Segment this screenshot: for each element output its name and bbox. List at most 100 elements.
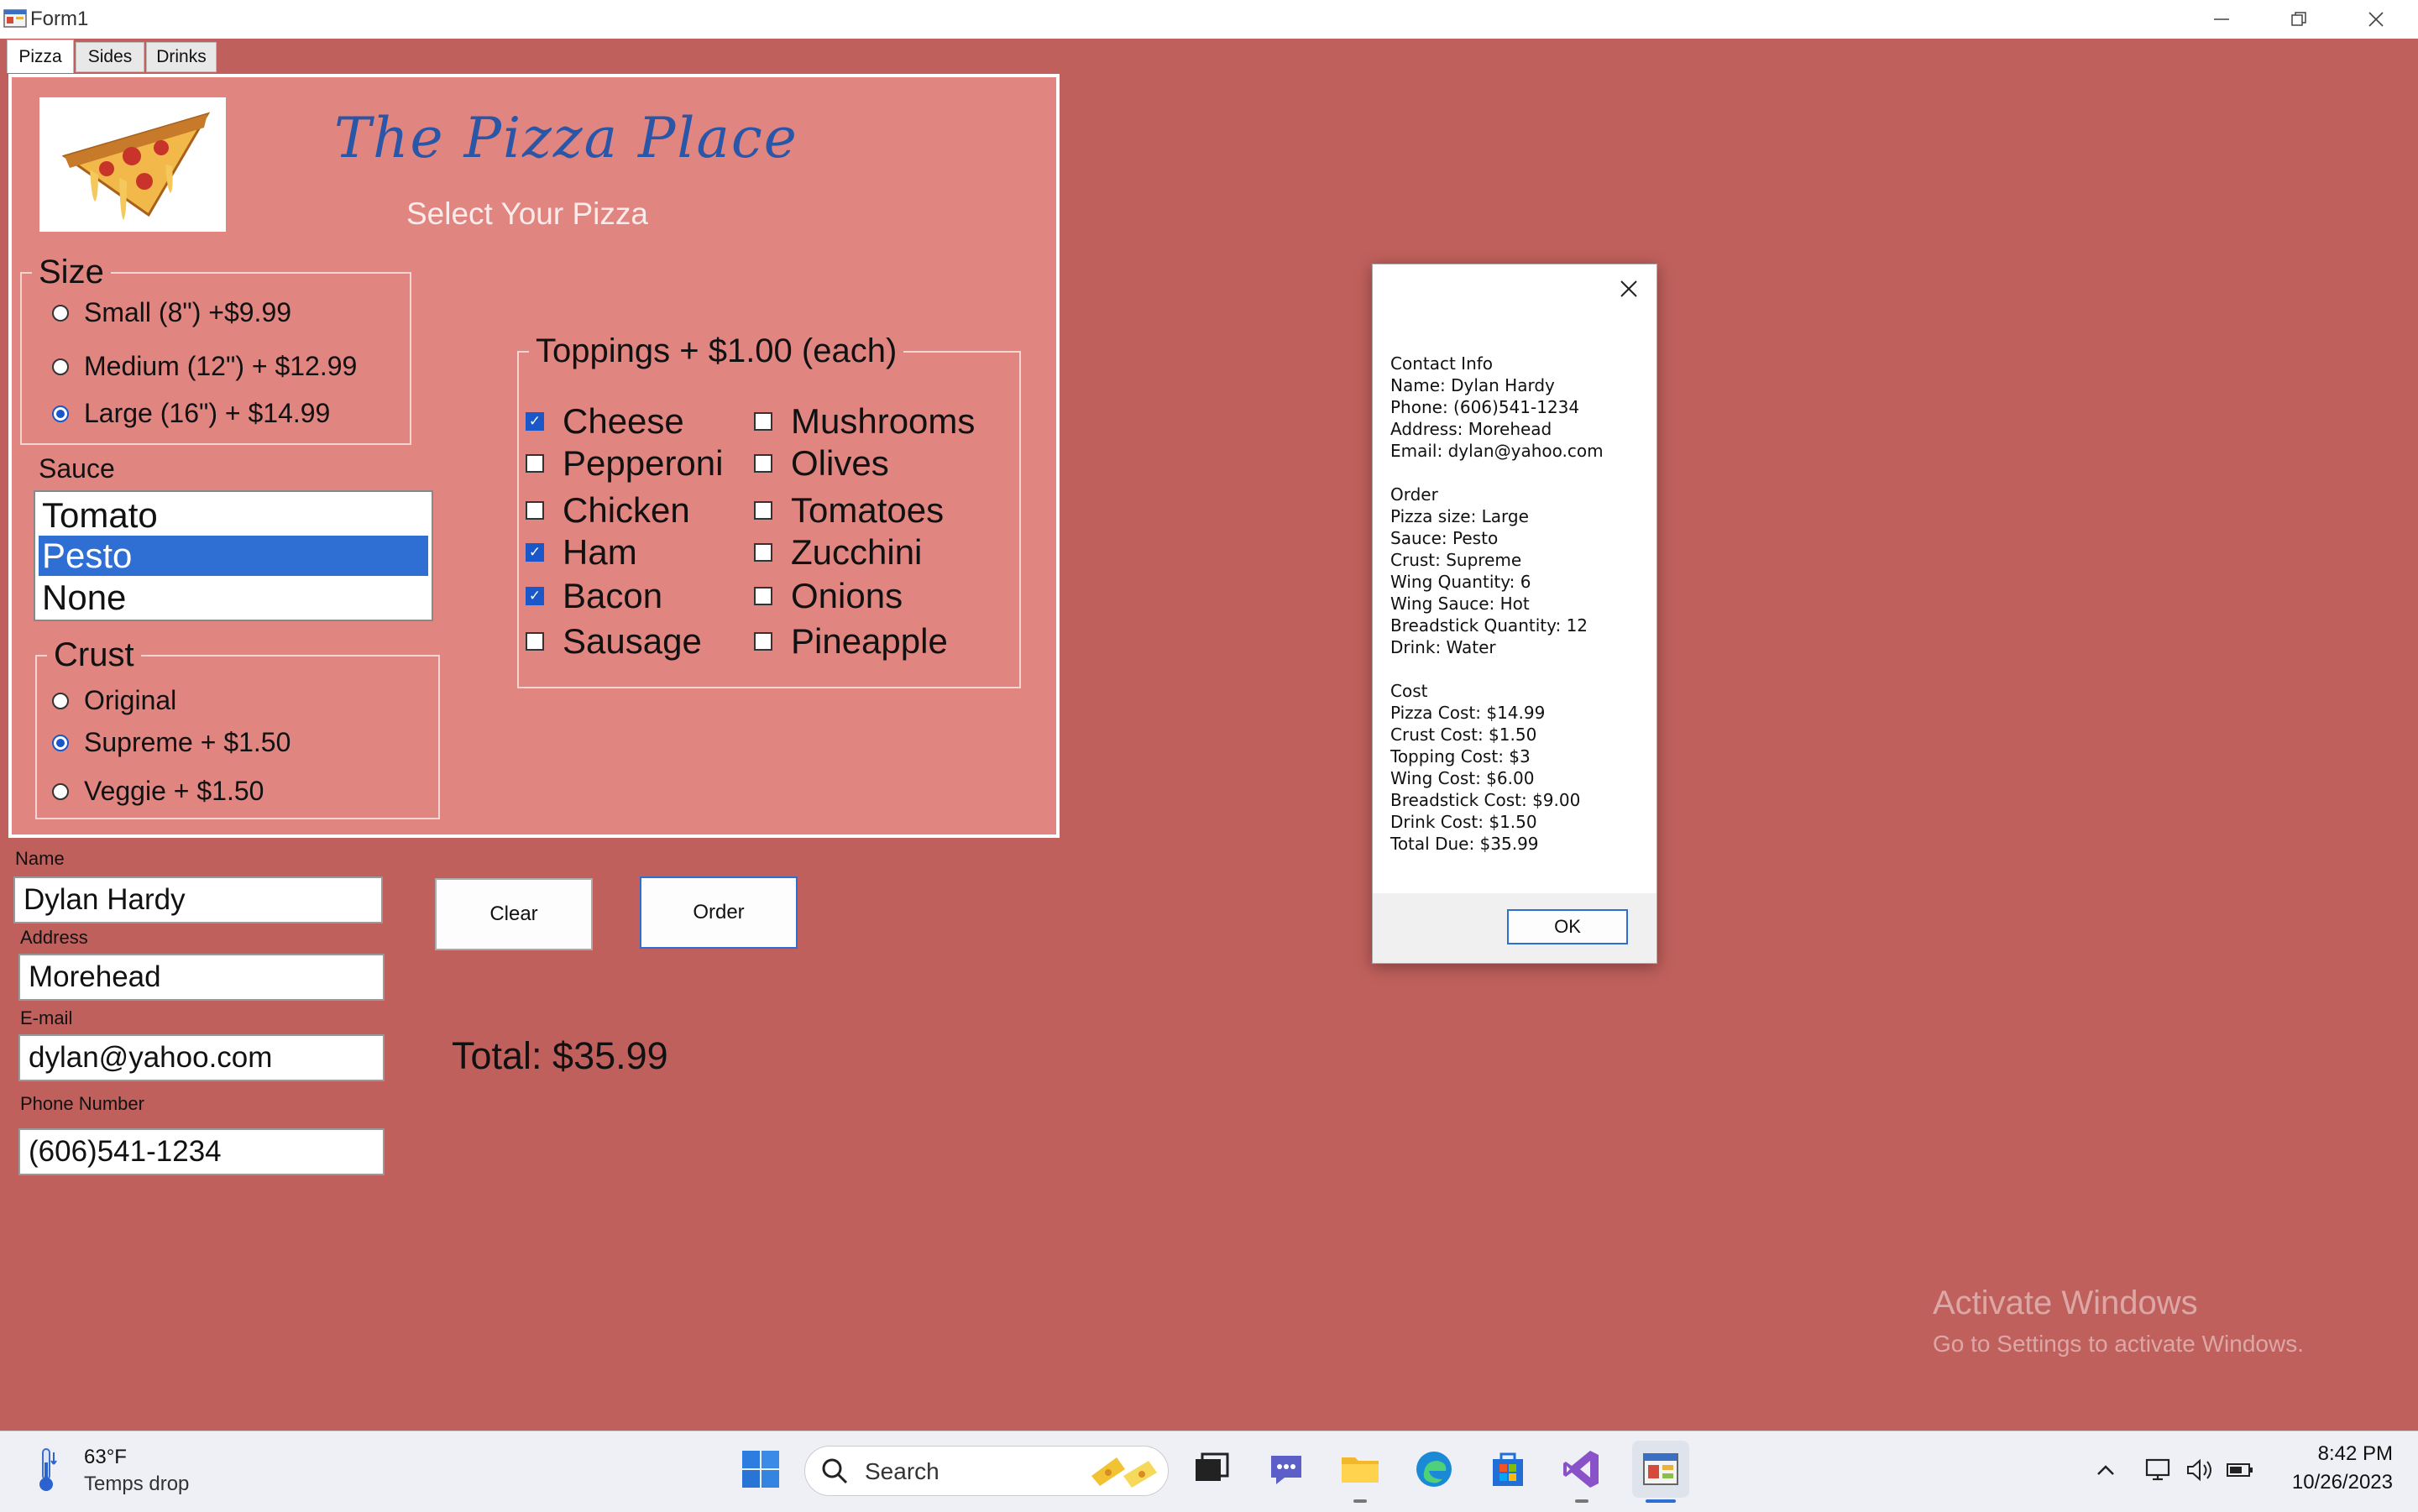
- file-explorer-icon[interactable]: [1338, 1447, 1382, 1491]
- crust-legend: Crust: [54, 636, 134, 673]
- checkbox: [754, 454, 772, 473]
- window-title-bar: [0, 0, 2418, 39]
- tab-sides[interactable]: Sides: [76, 42, 144, 72]
- radio-indicator-selected: [52, 405, 69, 422]
- network-icon[interactable]: [2144, 1457, 2175, 1483]
- checkbox-checked: ✓: [526, 543, 544, 562]
- topping-mushrooms-checkbox[interactable]: Mushrooms: [754, 401, 975, 442]
- clock-time[interactable]: 8:42 PM: [2284, 1442, 2393, 1466]
- sauce-option-none[interactable]: None: [39, 578, 428, 618]
- app-title: The Pizza Place: [334, 106, 798, 170]
- name-field[interactable]: Dylan Hardy: [13, 876, 383, 923]
- volume-icon[interactable]: [2185, 1457, 2215, 1483]
- search-highlight-icon: [1091, 1457, 1157, 1488]
- tab-pizza[interactable]: Pizza: [7, 39, 74, 73]
- dialog-line: Wing Quantity: 6: [1390, 572, 1531, 592]
- phone-label: Phone Number: [20, 1093, 144, 1114]
- topping-pepperoni-checkbox[interactable]: Pepperoni: [526, 443, 723, 484]
- topping-olives-checkbox[interactable]: Olives: [754, 443, 889, 484]
- search-icon: [822, 1458, 848, 1484]
- window-close-button[interactable]: [2337, 0, 2415, 39]
- edge-browser-icon[interactable]: [1412, 1447, 1456, 1491]
- topping-label: Olives: [791, 443, 889, 483]
- running-indicator: [1353, 1499, 1367, 1503]
- address-field[interactable]: Morehead: [18, 954, 385, 1001]
- size-small-radio[interactable]: Small (8") +$9.99: [52, 297, 291, 328]
- windows-start-icon[interactable]: [739, 1447, 782, 1491]
- crust-veggie-radio[interactable]: Veggie + $1.50: [52, 776, 264, 807]
- battery-icon[interactable]: [2225, 1457, 2255, 1483]
- tab-drinks[interactable]: Drinks: [146, 42, 217, 72]
- phone-field[interactable]: (606)541-1234: [18, 1128, 385, 1175]
- teams-chat-icon[interactable]: [1264, 1447, 1308, 1491]
- minimize-button[interactable]: [2183, 0, 2260, 39]
- email-field[interactable]: dylan@yahoo.com: [18, 1034, 385, 1081]
- topping-label: Mushrooms: [791, 401, 976, 441]
- visual-studio-icon[interactable]: [1560, 1447, 1604, 1491]
- search-placeholder: Search: [865, 1458, 939, 1484]
- dialog-line: Sauce: Pesto: [1390, 528, 1499, 548]
- pizza-logo: [39, 97, 226, 232]
- activation-watermark-subtitle: Go to Settings to activate Windows.: [1933, 1331, 2304, 1357]
- radio-indicator: [52, 782, 69, 800]
- clear-button[interactable]: Clear: [435, 878, 593, 950]
- topping-sausage-checkbox[interactable]: Sausage: [526, 621, 702, 662]
- ok-button[interactable]: OK: [1507, 909, 1628, 944]
- radio-indicator: [52, 358, 69, 375]
- topping-pineapple-checkbox[interactable]: Pineapple: [754, 621, 948, 662]
- dialog-line: Pizza Cost: $14.99: [1390, 703, 1546, 723]
- dialog-line: Wing Sauce: Hot: [1390, 594, 1530, 614]
- dialog-line: Topping Cost: $3: [1390, 746, 1531, 766]
- restore-button[interactable]: [2260, 0, 2337, 39]
- activation-watermark-title: Activate Windows: [1933, 1284, 2198, 1321]
- sauce-option-tomato[interactable]: Tomato: [39, 495, 428, 536]
- dialog-line: Address: Morehead: [1390, 419, 1552, 439]
- dialog-line: Wing Cost: $6.00: [1390, 768, 1535, 788]
- topping-label: Pepperoni: [563, 443, 724, 483]
- microsoft-store-icon[interactable]: [1486, 1447, 1530, 1491]
- size-large-radio[interactable]: Large (16") + $14.99: [52, 398, 330, 429]
- chevron-up-icon[interactable]: [2094, 1459, 2117, 1488]
- topping-label: Sausage: [563, 621, 702, 661]
- checkbox: [754, 587, 772, 605]
- dialog-close-button[interactable]: [1610, 270, 1647, 307]
- sauce-listbox[interactable]: Tomato Pesto None: [34, 490, 433, 621]
- dialog-line: Crust Cost: $1.50: [1390, 725, 1537, 745]
- checkbox: [754, 501, 772, 520]
- dialog-line: Email: dylan@yahoo.com: [1390, 441, 1604, 461]
- topping-label: Zucchini: [791, 532, 923, 572]
- sauce-label: Sauce: [39, 453, 115, 484]
- topping-tomatoes-checkbox[interactable]: Tomatoes: [754, 490, 944, 531]
- form-app-icon[interactable]: [1639, 1447, 1683, 1491]
- topping-label: Pineapple: [791, 621, 948, 661]
- size-medium-radio[interactable]: Medium (12") + $12.99: [52, 351, 357, 382]
- topping-cheese-checkbox[interactable]: ✓ Cheese: [526, 401, 684, 442]
- topping-zucchini-checkbox[interactable]: Zucchini: [754, 532, 922, 573]
- dialog-line: [1390, 658, 1651, 680]
- checkbox: [754, 632, 772, 651]
- checkbox: [754, 543, 772, 562]
- thermometer-icon[interactable]: [34, 1446, 59, 1493]
- crust-supreme-radio[interactable]: Supreme + $1.50: [52, 727, 290, 758]
- topping-label: Tomatoes: [791, 490, 945, 530]
- topping-label: Ham: [563, 532, 637, 572]
- weather-description: Temps drop: [84, 1473, 190, 1495]
- order-button[interactable]: Order: [640, 876, 798, 949]
- close-icon: [1620, 280, 1637, 297]
- sauce-option-pesto[interactable]: Pesto: [39, 536, 428, 576]
- clock-date[interactable]: 10/26/2023: [2267, 1471, 2393, 1494]
- checkbox: [526, 501, 544, 520]
- topping-onions-checkbox[interactable]: Onions: [754, 576, 903, 616]
- window-title: Form1: [30, 8, 89, 30]
- topping-chicken-checkbox[interactable]: Chicken: [526, 490, 690, 531]
- checkbox: [526, 632, 544, 651]
- crust-original-radio[interactable]: Original: [52, 685, 176, 716]
- dialog-line: Name: Dylan Hardy: [1390, 375, 1555, 395]
- dialog-line: Order: [1390, 484, 1438, 505]
- task-view-icon[interactable]: [1189, 1447, 1233, 1491]
- topping-bacon-checkbox[interactable]: ✓ Bacon: [526, 576, 662, 616]
- dialog-message: Contact Info Name: Dylan Hardy Phone: (6…: [1390, 353, 1651, 855]
- topping-ham-checkbox[interactable]: ✓ Ham: [526, 532, 637, 573]
- total-label: Total: $35.99: [452, 1034, 668, 1077]
- dialog-line: Pizza size: Large: [1390, 506, 1529, 526]
